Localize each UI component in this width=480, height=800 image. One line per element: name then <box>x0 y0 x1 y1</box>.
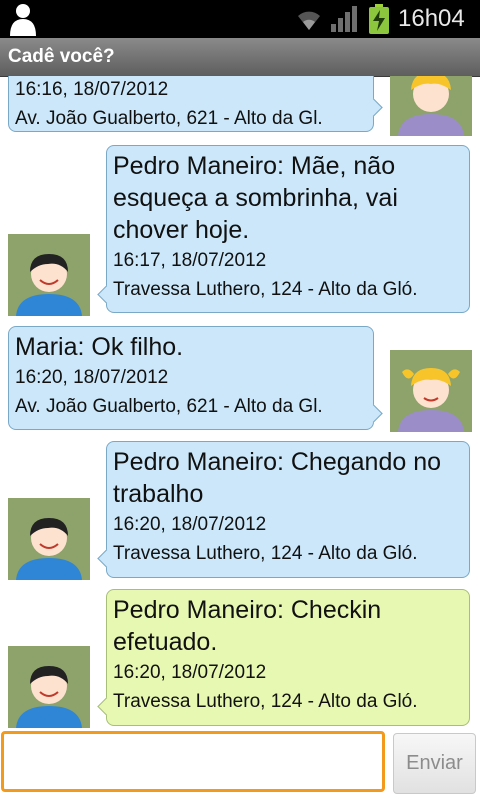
message-time: 16:20, 18/07/2012 <box>113 514 267 535</box>
message-time: 16:16, 18/07/2012 <box>15 79 169 100</box>
message-address: Av. João Gualberto, 621 - Alto da Gl. <box>15 396 323 417</box>
boy-avatar-icon <box>8 646 90 728</box>
title-bar: Cadê você? <box>0 38 480 77</box>
boy-avatar-icon <box>8 234 90 316</box>
message-time: 16:20, 18/07/2012 <box>113 662 267 683</box>
bubble-tail <box>364 98 383 117</box>
message-time: 16:20, 18/07/2012 <box>15 367 169 388</box>
message-address: Travessa Luthero, 124 - Alto da Gló. <box>113 279 418 300</box>
person-icon <box>10 4 36 36</box>
girl-avatar-icon <box>390 76 472 136</box>
message-bubble: 16:16, 18/07/2012 Av. João Gualberto, 62… <box>8 76 383 132</box>
message-time: 16:17, 18/07/2012 <box>113 250 267 271</box>
message-text: Pedro Maneiro: Checkin efetuado. <box>113 596 382 656</box>
girl-avatar-icon <box>390 350 472 432</box>
message-input[interactable] <box>1 731 385 792</box>
message-list[interactable]: 16:16, 18/07/2012 Av. João Gualberto, 62… <box>0 76 480 728</box>
send-button[interactable]: Enviar <box>393 733 476 794</box>
message-bubble: Pedro Maneiro: Chegando no trabalho 16:2… <box>97 441 470 578</box>
status-bar: 16h04 <box>0 0 480 38</box>
battery-charging-icon <box>369 4 389 34</box>
wifi-icon <box>298 11 320 30</box>
message-address: Travessa Luthero, 124 - Alto da Gló. <box>113 691 418 712</box>
message-bubble: Pedro Maneiro: Mãe, não esqueça a sombri… <box>97 145 470 313</box>
bubble-tail <box>364 404 383 423</box>
message-text: Pedro Maneiro: Chegando no trabalho <box>113 448 442 508</box>
message-address: Av. João Gualberto, 621 - Alto da Gl. <box>15 108 323 129</box>
signal-icon <box>331 6 357 32</box>
message-bubble: Maria: Ok filho. 16:20, 18/07/2012 Av. J… <box>8 326 383 430</box>
clock: 16h04 <box>398 5 465 32</box>
message-text: Maria: Ok filho. <box>15 333 184 361</box>
message-bubble: Pedro Maneiro: Checkin efetuado. 16:20, … <box>97 589 470 726</box>
message-text: Pedro Maneiro: Mãe, não esqueça a sombri… <box>113 152 398 244</box>
boy-avatar-icon <box>8 498 90 580</box>
app-title: Cadê você? <box>8 46 115 67</box>
message-address: Travessa Luthero, 124 - Alto da Gló. <box>113 543 418 564</box>
